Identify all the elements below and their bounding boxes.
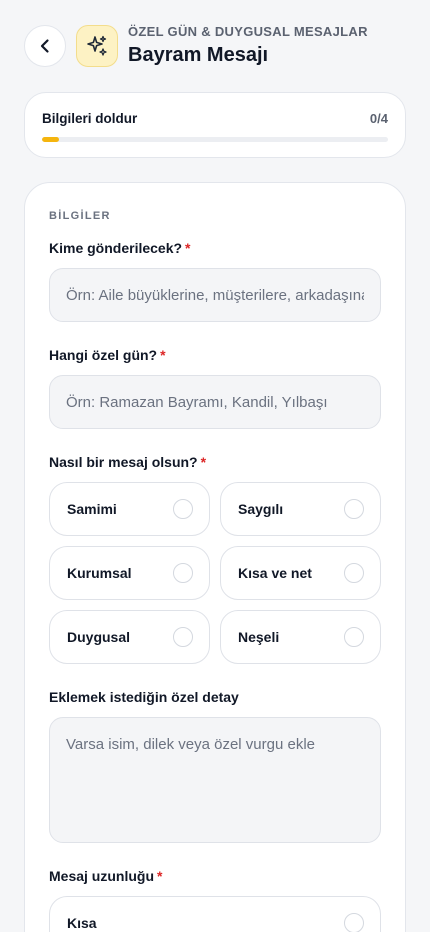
tone-option-saygili[interactable]: Saygılı — [220, 482, 381, 536]
detail-label: Eklemek istediğin özel detay — [49, 689, 239, 705]
page-eyebrow: ÖZEL GÜN & DUYGUSAL MESAJLAR — [128, 24, 368, 39]
required-mark: * — [157, 868, 163, 884]
form-card: BİLGİLER Kime gönderilecek?* Hangi özel … — [24, 182, 406, 932]
tone-option-samimi[interactable]: Samimi — [49, 482, 210, 536]
tone-option-kisa-ve-net[interactable]: Kısa ve net — [220, 546, 381, 600]
length-option-kisa[interactable]: Kısa — [49, 896, 381, 932]
tone-option-neseli[interactable]: Neşeli — [220, 610, 381, 664]
radio-circle[interactable] — [173, 627, 193, 647]
sparkles-icon — [87, 35, 107, 56]
progress-count: 0/4 — [369, 111, 388, 126]
radio-circle[interactable] — [344, 913, 364, 932]
progress-label: Bilgileri doldur — [42, 111, 138, 126]
occasion-input[interactable] — [49, 375, 381, 429]
detail-textarea[interactable] — [49, 717, 381, 843]
page-header: ÖZEL GÜN & DUYGUSAL MESAJLAR Bayram Mesa… — [24, 24, 406, 68]
radio-circle[interactable] — [173, 499, 193, 519]
tone-label: Nasıl bir mesaj olsun? * — [49, 454, 207, 470]
category-icon-tile — [76, 25, 118, 67]
occasion-label: Hangi özel gün? * — [49, 347, 166, 363]
radio-circle[interactable] — [173, 563, 193, 583]
section-label: BİLGİLER — [49, 210, 111, 222]
progress-card: Bilgileri doldur 0/4 — [24, 92, 406, 158]
radio-circle[interactable] — [344, 563, 364, 583]
page-title: Bayram Mesajı — [128, 44, 269, 66]
required-mark: * — [160, 347, 166, 363]
tone-option-kurumsal[interactable]: Kurumsal — [49, 546, 210, 600]
tone-option-duygusal[interactable]: Duygusal — [49, 610, 210, 664]
progress-bar — [42, 137, 388, 142]
recipient-label: Kime gönderilecek? * — [49, 240, 191, 256]
radio-circle[interactable] — [344, 499, 364, 519]
required-mark: * — [185, 240, 191, 256]
length-label: Mesaj uzunluğu * — [49, 868, 163, 884]
recipient-input[interactable] — [49, 268, 381, 322]
chevron-left-icon — [40, 39, 49, 53]
radio-circle[interactable] — [344, 627, 364, 647]
back-button[interactable] — [24, 25, 66, 67]
progress-fill — [42, 137, 60, 142]
required-mark: * — [200, 454, 207, 470]
